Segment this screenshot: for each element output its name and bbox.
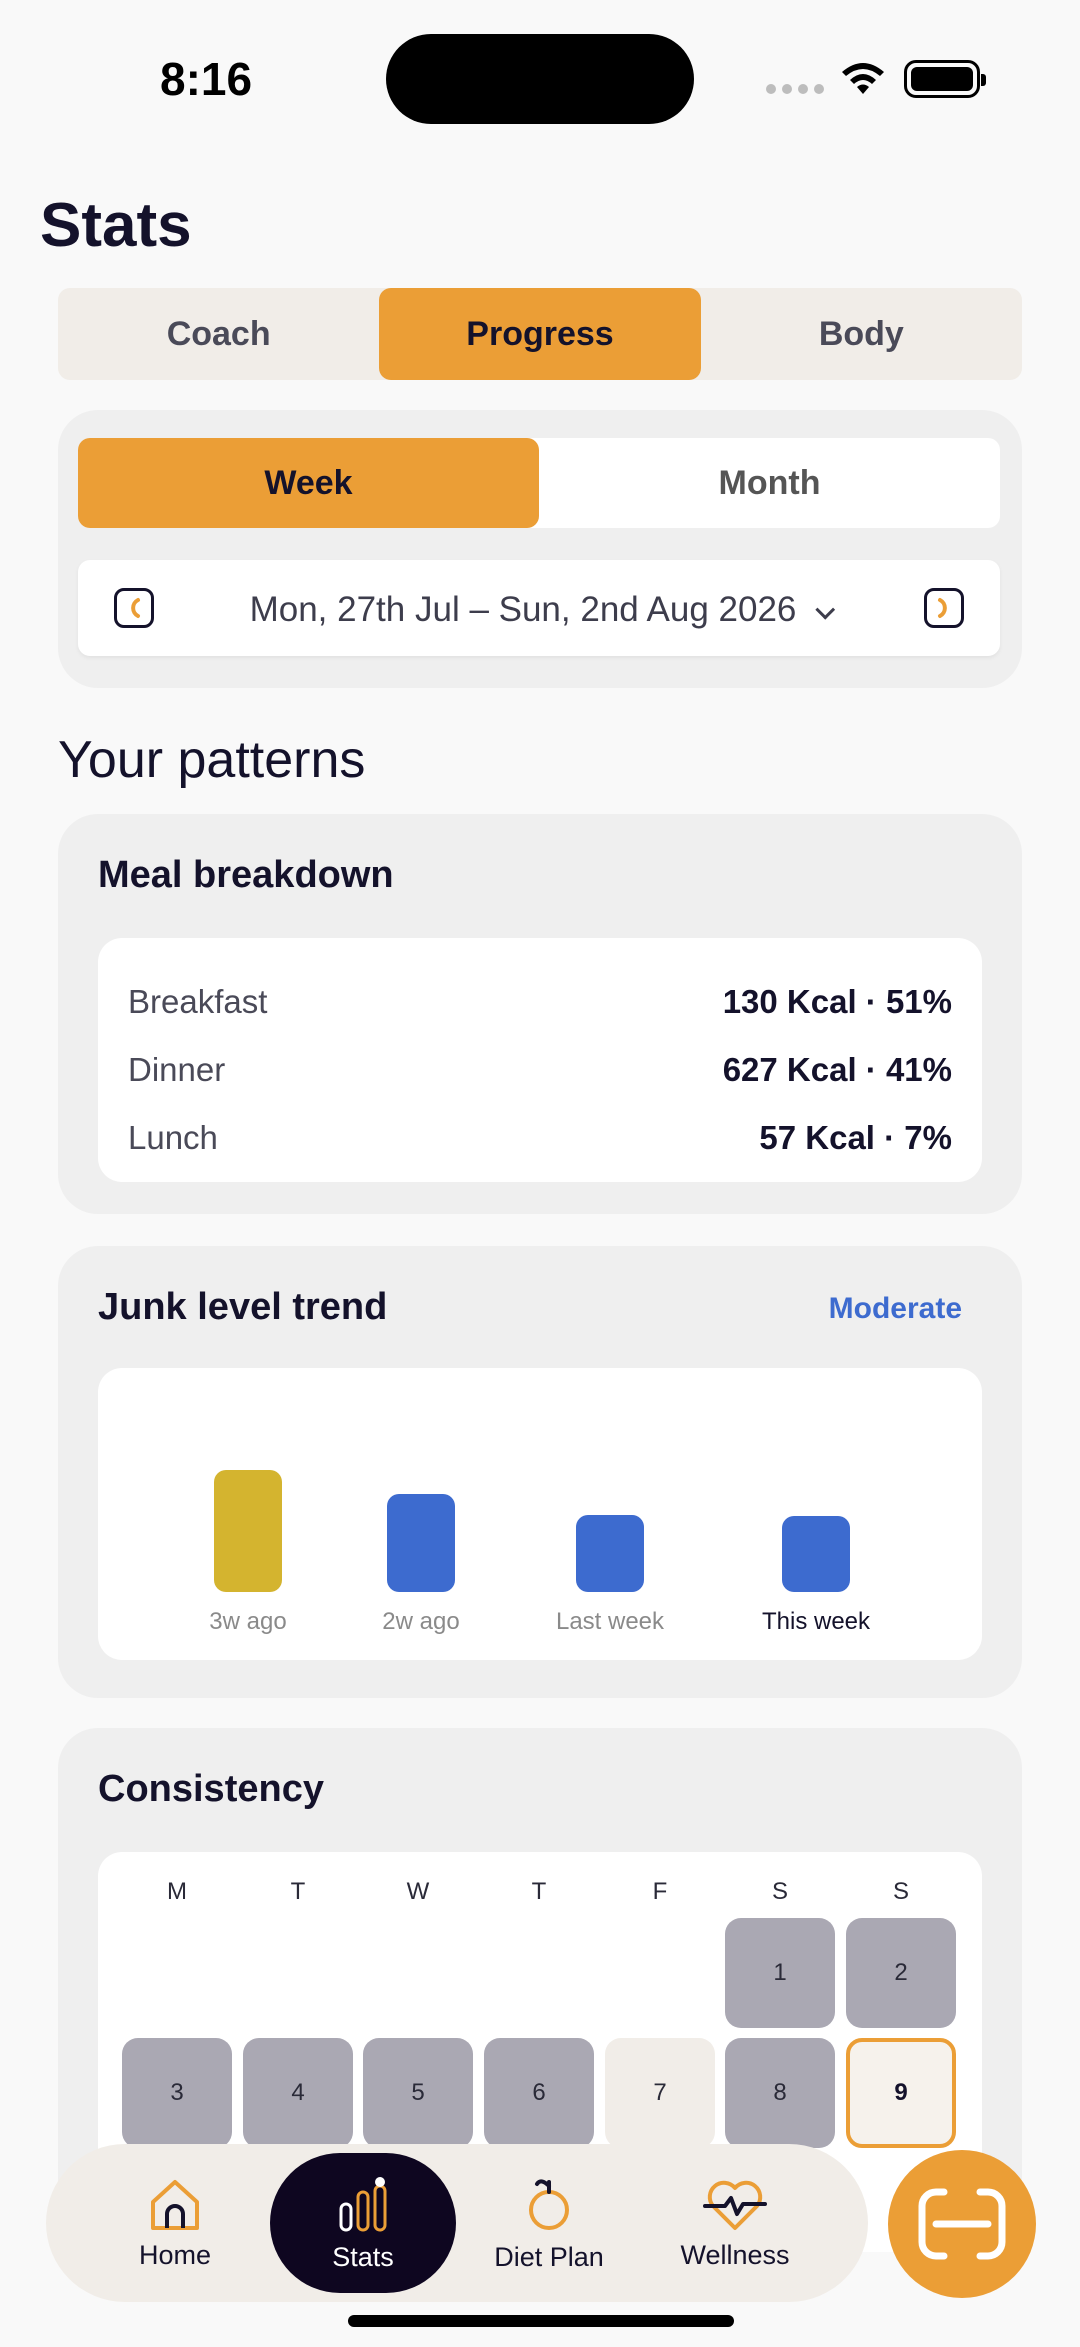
nav-item-home[interactable]: Home [82, 2144, 268, 2302]
page-title: Stats [40, 191, 192, 260]
range-toggle: Week Month [78, 438, 1000, 528]
junk-trend-bar-label: 3w ago [209, 1608, 287, 1635]
junk-trend-bar [782, 1516, 850, 1592]
calendar-day[interactable]: 5 [363, 2038, 473, 2148]
home-indicator [348, 2315, 734, 2327]
meal-row: Dinner 627 Kcal · 41% [128, 1036, 952, 1104]
calendar-day[interactable]: 2 [846, 1918, 956, 2028]
junk-trend-card: Junk level trend Moderate 3w ago 2w ago La… [58, 1246, 1022, 1698]
junk-trend-bar-label: 2w ago [382, 1608, 460, 1635]
meal-name: Breakfast [128, 983, 268, 1020]
calendar-day[interactable]: 3 [122, 2038, 232, 2148]
meal-value: 57 Kcal · 7% [759, 1119, 952, 1156]
calendar-day[interactable]: 4 [243, 2038, 353, 2148]
junk-trend-bar [214, 1470, 282, 1592]
chevron-right-icon [938, 598, 947, 618]
calendar-day-today[interactable]: 9 [846, 2038, 956, 2148]
heart-pulse-icon [703, 2180, 767, 2230]
date-range-text: Mon, 27th Jul – Sun, 2nd Aug 2026 [249, 590, 797, 629]
weekday-header: F [652, 1878, 668, 1905]
stats-icon [339, 2176, 387, 2231]
tab-coach[interactable]: Coach [58, 288, 379, 380]
weekday-header: M [167, 1878, 187, 1905]
next-period-button[interactable] [924, 588, 964, 628]
junk-trend-chart: 3w ago 2w ago Last week This week [98, 1368, 982, 1660]
junk-trend-bar-label: Last week [555, 1608, 665, 1635]
nav-label: Home [138, 2239, 212, 2270]
range-week-button[interactable]: Week [78, 438, 539, 528]
weekday-header: T [290, 1878, 306, 1905]
weekday-header: T [531, 1878, 547, 1905]
consistency-title: Consistency [98, 1768, 324, 1810]
nav-item-wellness[interactable]: Wellness [642, 2144, 828, 2302]
junk-trend-bar [576, 1515, 644, 1592]
junk-level-badge: Moderate [828, 1292, 962, 1325]
meal-row: Lunch 57 Kcal · 7% [128, 1104, 952, 1172]
battery-icon [904, 60, 986, 98]
meal-row: Breakfast 130 Kcal · 51% [128, 968, 952, 1036]
calendar-day[interactable]: 8 [725, 2038, 835, 2148]
tab-progress[interactable]: Progress [379, 288, 701, 380]
junk-trend-title: Junk level trend [98, 1286, 388, 1328]
home-icon [151, 2179, 199, 2230]
status-time: 8:16 [160, 53, 253, 105]
nav-label: Diet Plan [494, 2241, 604, 2272]
section-title-patterns: Your patterns [58, 731, 366, 789]
range-card: Week Month Mon, 27th Jul – Sun, 2nd Aug … [58, 410, 1022, 688]
apple-icon [529, 2178, 569, 2230]
nav-item-stats[interactable]: Stats [270, 2153, 456, 2293]
date-range-label[interactable]: Mon, 27th Jul – Sun, 2nd Aug 2026 [78, 590, 1000, 630]
range-month-button[interactable]: Month [539, 438, 1000, 528]
junk-trend-bar [387, 1494, 455, 1592]
tab-body[interactable]: Body [701, 288, 1022, 380]
meal-breakdown-list: Breakfast 130 Kcal · 51% Dinner 627 Kcal… [98, 938, 982, 1182]
stats-tabs: Coach Progress Body [58, 288, 1022, 380]
nav-item-diet-plan[interactable]: Diet Plan [456, 2144, 642, 2302]
scan-icon [918, 2188, 1006, 2260]
meal-breakdown-title: Meal breakdown [98, 854, 394, 896]
calendar-day[interactable]: 7 [605, 2038, 715, 2148]
wifi-icon [842, 63, 884, 94]
bottom-nav: Home Stats Diet Plan Wellness [46, 2144, 868, 2302]
meal-value: 130 Kcal · 51% [722, 983, 952, 1020]
weekday-header: W [406, 1878, 430, 1905]
scan-fab-button[interactable] [888, 2150, 1036, 2298]
weekday-header: S [892, 1878, 910, 1905]
nav-label: Stats [332, 2241, 394, 2272]
junk-trend-bar-label: This week [761, 1608, 871, 1635]
meal-value: 627 Kcal · 41% [722, 1051, 952, 1088]
weekday-header: S [771, 1878, 789, 1905]
calendar-day[interactable]: 6 [484, 2038, 594, 2148]
dynamic-island [386, 34, 694, 124]
chevron-down-icon [815, 599, 836, 620]
meal-name: Lunch [128, 1119, 218, 1156]
signal-icon [766, 84, 824, 94]
meal-breakdown-card: Meal breakdown Breakfast 130 Kcal · 51% … [58, 814, 1022, 1214]
calendar-day[interactable]: 1 [725, 1918, 835, 2028]
date-range-selector[interactable]: Mon, 27th Jul – Sun, 2nd Aug 2026 [78, 560, 1000, 656]
nav-label: Wellness [680, 2239, 790, 2270]
meal-name: Dinner [128, 1051, 226, 1088]
